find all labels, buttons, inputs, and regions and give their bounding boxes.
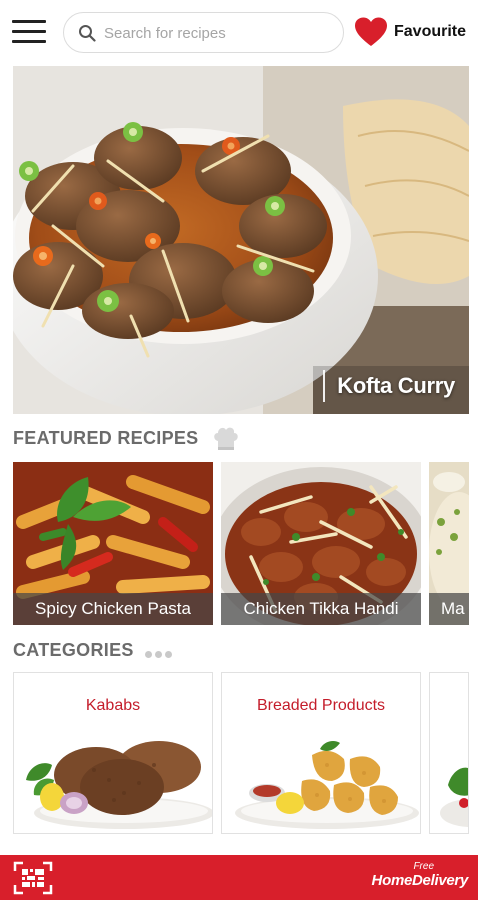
category-label: Breaded Products <box>256 697 386 714</box>
breaded-products-image <box>235 741 419 829</box>
featured-recipe-card[interactable]: Chicken Tikka Handi <box>221 462 421 625</box>
qr-scan-icon[interactable] <box>13 861 53 895</box>
favourite-button[interactable]: Favourite <box>354 14 474 50</box>
free-home-delivery-button[interactable]: Free HomeDelivery <box>338 861 469 895</box>
featured-recipe-label: Ma <box>441 599 465 618</box>
search-bar[interactable] <box>63 12 344 53</box>
category-label: Kababs <box>85 697 141 714</box>
favourite-label: Favourite <box>394 23 467 40</box>
categories-heading: CATEGORIES <box>13 640 134 660</box>
featured-recipe-label: Spicy Chicken Pasta <box>35 599 191 618</box>
delivery-small-text: Free <box>413 861 434 872</box>
bottom-bar: Free HomeDelivery <box>0 855 478 900</box>
chef-hat-icon <box>214 427 238 450</box>
featured-recipe-card[interactable]: Ma <box>429 462 469 625</box>
kababs-image <box>26 741 212 829</box>
category-card-partial[interactable] <box>429 672 469 834</box>
search-input[interactable] <box>104 21 334 45</box>
hero-title: Kofta Curry <box>337 373 455 398</box>
featured-recipes-heading: FEATURED RECIPES <box>13 428 199 448</box>
more-dots-icon <box>145 645 175 658</box>
category-image <box>440 767 468 827</box>
top-bar: Favourite <box>0 0 478 64</box>
category-card-breaded-products[interactable]: Breaded Products <box>221 672 421 834</box>
hero-banner[interactable]: Kofta Curry <box>13 66 469 414</box>
search-icon <box>79 25 96 42</box>
hero-title-container: Kofta Curry <box>323 370 455 402</box>
featured-recipe-card[interactable]: Spicy Chicken Pasta <box>13 462 213 625</box>
category-card-kababs[interactable]: Kababs <box>13 672 213 834</box>
featured-recipe-label: Chicken Tikka Handi <box>243 599 399 618</box>
hamburger-menu-icon[interactable] <box>12 20 46 46</box>
delivery-main-text: HomeDelivery <box>371 872 469 889</box>
heart-icon <box>355 17 387 46</box>
hero-image <box>13 66 469 414</box>
